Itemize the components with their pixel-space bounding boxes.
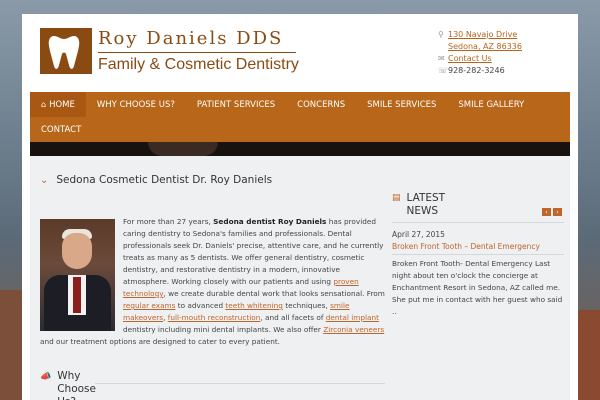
phone-number[interactable]: 928-282-3246 <box>448 66 505 75</box>
megaphone-icon: 📣 <box>40 372 52 382</box>
nav-item-contact[interactable]: Contact <box>30 117 92 142</box>
logo-name: Roy Daniels DDS <box>98 28 284 49</box>
nav-item-why-choose-us[interactable]: Why Choose Us? <box>86 92 186 117</box>
nav-item-smile-services[interactable]: Smile Services <box>356 92 447 117</box>
zirconia-veneers-link[interactable]: Zirconia veneers <box>323 325 384 334</box>
phone-icon: ☏ <box>438 65 449 75</box>
hero-image <box>148 142 218 156</box>
envelope-icon: ✉ <box>438 53 445 63</box>
news-headline-link[interactable]: Broken Front Tooth – Dental Emergency <box>392 242 540 251</box>
nav-item-patient-services[interactable]: Patient Services <box>186 92 286 117</box>
background-rock-left <box>0 290 22 400</box>
contact-us-link[interactable]: Contact Us <box>448 54 492 63</box>
divider <box>392 254 564 255</box>
address-link[interactable]: 130 Navajo Drive <box>448 30 517 39</box>
news-date: April 27, 2015 <box>392 230 445 239</box>
logo-tagline: Family & Cosmetic Dentistry <box>98 56 299 73</box>
nav-label: Home <box>49 99 75 110</box>
chevron-down-icon: ⌄ <box>40 174 49 186</box>
logo-divider <box>98 52 296 53</box>
next-arrow-button[interactable]: › <box>553 208 562 216</box>
nav-item-smile-gallery[interactable]: Smile Gallery <box>447 92 535 117</box>
main-nav: ⌂ Home Why Choose Us? Patient Services Co… <box>30 92 570 142</box>
why-choose-title: Why Choose Us? <box>57 370 96 400</box>
divider <box>95 383 385 384</box>
site-logo[interactable]: Roy Daniels DDS Family & Cosmetic Dentis… <box>40 28 300 80</box>
full-mouth-reconstruction-link[interactable]: full-mouth reconstruction <box>168 313 261 322</box>
why-choose-heading: 📣 Why Choose Us? <box>40 370 385 400</box>
divider <box>392 222 564 223</box>
nav-row-2: Contact <box>30 117 92 142</box>
background-rock-right <box>578 310 600 400</box>
main-column: ⌄ Sedona Cosmetic Dentist Dr. Roy Daniel… <box>40 174 385 346</box>
teeth-whitening-link[interactable]: teeth whitening <box>225 301 283 310</box>
latest-news-heading: ▤ LATEST NEWS <box>392 192 564 218</box>
news-excerpt: Broken Front Tooth- Dental Emergency Las… <box>392 259 563 316</box>
why-choose-section: 📣 Why Choose Us? <box>40 370 385 400</box>
dental-implant-link[interactable]: dental implant <box>326 313 379 322</box>
nav-item-concerns[interactable]: Concerns <box>286 92 356 117</box>
address-city-link[interactable]: Sedona, AZ 86336 <box>448 42 522 51</box>
intro-paragraph: For more than 27 years, Sedona dentist R… <box>40 217 385 346</box>
latest-news-title: LATEST NEWS <box>406 192 446 217</box>
site-header: Roy Daniels DDS Family & Cosmetic Dentis… <box>22 14 578 92</box>
news-carousel-controls: ‹ › <box>542 208 562 216</box>
page-title: Sedona Cosmetic Dentist Dr. Roy Daniels <box>56 174 273 186</box>
content-area: ⌄ Sedona Cosmetic Dentist Dr. Roy Daniel… <box>30 156 570 400</box>
home-icon: ⌂ <box>41 100 47 109</box>
latest-news-sidebar: ▤ LATEST NEWS ‹ › April 27, 2015 Broken … <box>392 192 564 316</box>
nav-item-home[interactable]: ⌂ Home <box>30 92 86 117</box>
main-heading: ⌄ Sedona Cosmetic Dentist Dr. Roy Daniel… <box>40 174 385 186</box>
hero-slider-strip <box>30 142 570 156</box>
document-icon: ▤ <box>392 193 401 203</box>
header-contact: ⚲ 130 Navajo Drive Sedona, AZ 86336 ✉ Cont… <box>438 28 522 76</box>
map-pin-icon: ⚲ <box>438 29 444 39</box>
tooth-logo-icon <box>40 28 92 74</box>
regular-exams-link[interactable]: regular exams <box>123 301 175 310</box>
nav-row-1: ⌂ Home Why Choose Us? Patient Services Co… <box>30 92 535 117</box>
page-container: Roy Daniels DDS Family & Cosmetic Dentis… <box>22 14 578 400</box>
prev-arrow-button[interactable]: ‹ <box>542 208 551 216</box>
